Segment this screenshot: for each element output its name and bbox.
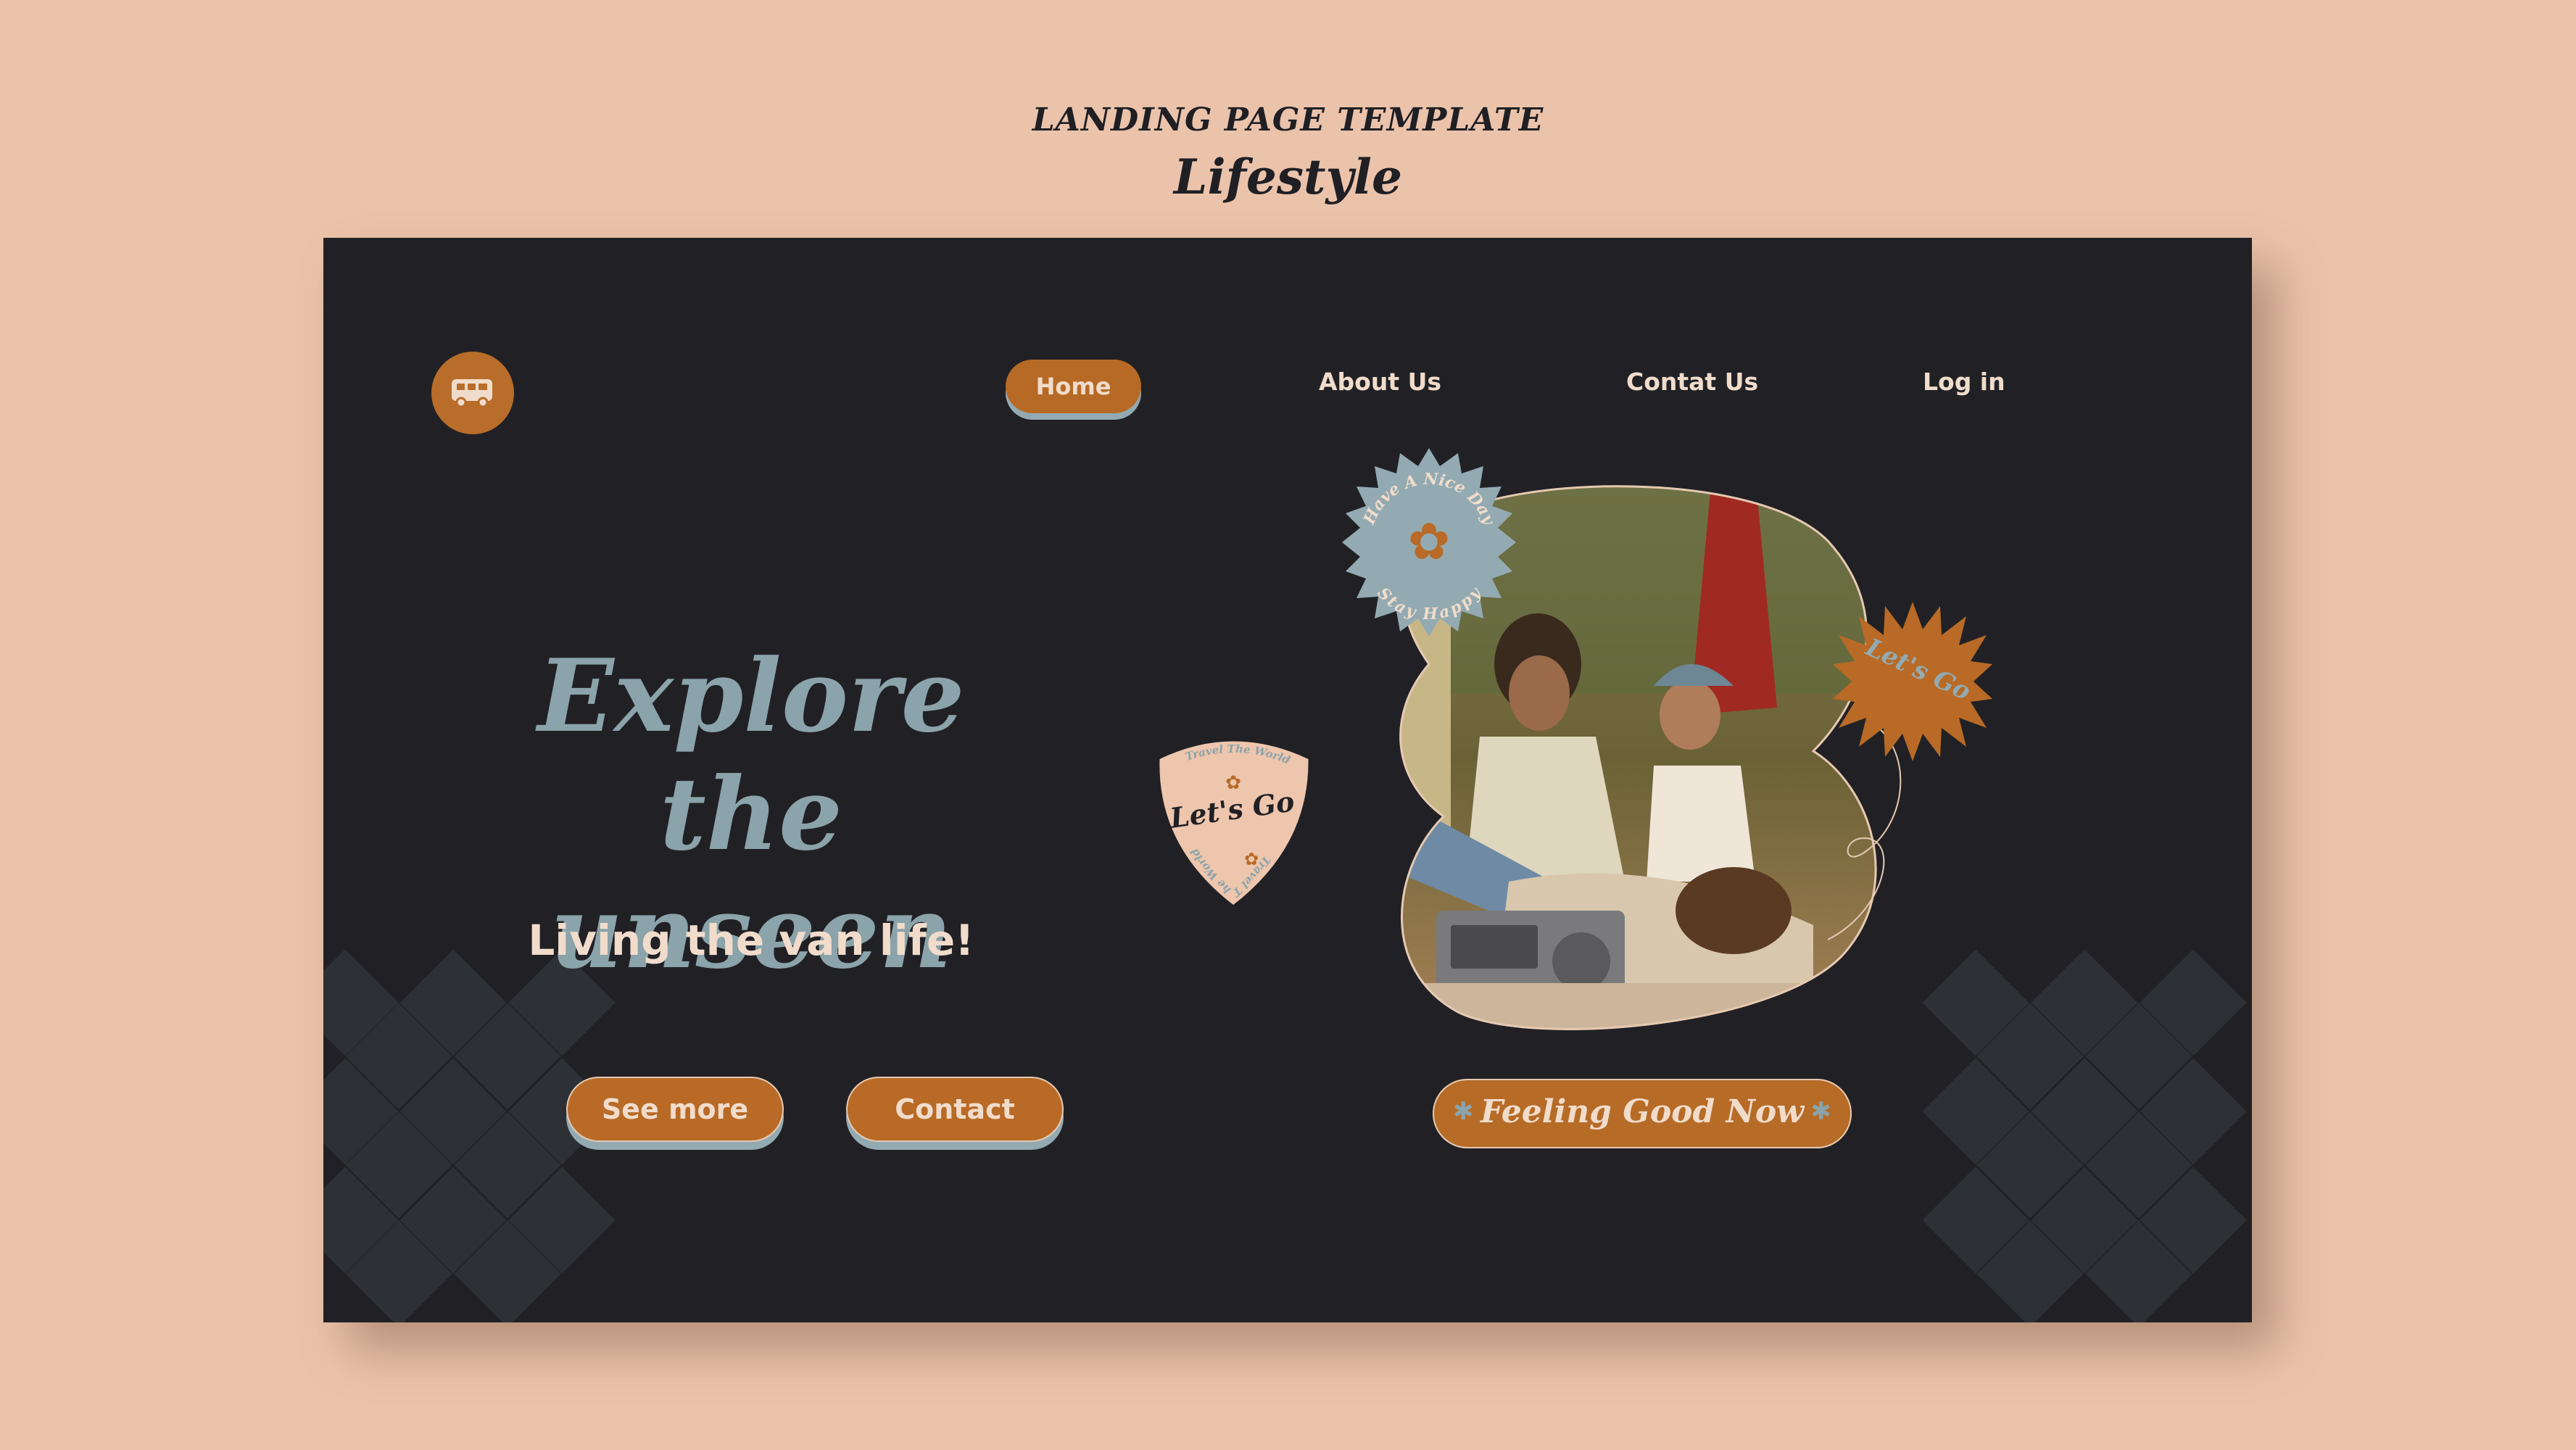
- template-category: Lifestyle: [1174, 149, 1402, 205]
- flower-icon: ✿: [1225, 772, 1241, 794]
- contact-button[interactable]: Contact: [846, 1077, 1064, 1142]
- flower-icon: ✿: [1408, 512, 1451, 571]
- van-icon: [452, 379, 492, 408]
- nav-contact-us-link[interactable]: Contat Us: [1622, 367, 1763, 397]
- have-a-nice-day-stamp: Have A Nice Day Stay Happy ✿: [1342, 448, 1516, 637]
- feeling-good-badge: ✱ Feeling Good Now ✱: [1433, 1079, 1852, 1148]
- template-label: LANDING PAGE TEMPLATE: [1032, 102, 1544, 138]
- nav-home-button[interactable]: Home: [1006, 360, 1141, 413]
- nav-about-us-link[interactable]: About Us: [1314, 367, 1446, 397]
- lets-go-sun-stamp: Let's Go: [1833, 602, 1992, 761]
- landing-page-panel: Home About Us Contat Us Log in Explore t…: [323, 238, 2252, 1322]
- lets-go-pick-sticker: Travel The World Travel The World ✿ Let'…: [1157, 739, 1311, 908]
- sparkle-icon: ✱: [1810, 1097, 1832, 1126]
- logo[interactable]: [431, 352, 514, 434]
- nav-login-link[interactable]: Log in: [1918, 367, 2010, 397]
- hero-tagline: Living the van life!: [528, 916, 974, 965]
- flower-icon: ✿: [1244, 849, 1259, 869]
- hero-title-line1: Explore: [537, 637, 965, 755]
- see-more-button[interactable]: See more: [566, 1077, 784, 1142]
- badge-label: Feeling Good Now: [1480, 1093, 1805, 1130]
